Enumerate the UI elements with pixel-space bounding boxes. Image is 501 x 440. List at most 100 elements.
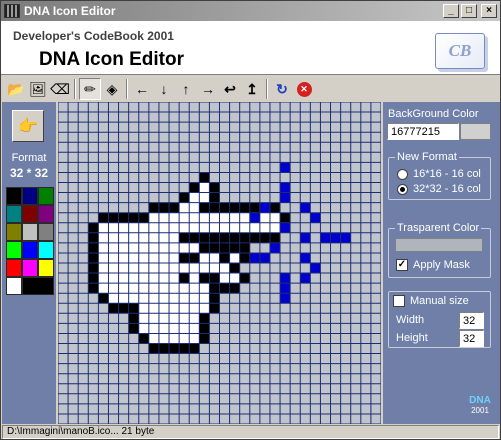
icon-pixel-outline[interactable] xyxy=(118,212,129,223)
icon-pixel-fill[interactable] xyxy=(209,263,220,274)
icon-pixel-sparkle[interactable] xyxy=(320,232,331,243)
icon-pixel-outline[interactable] xyxy=(219,242,230,253)
icon-pixel-fill[interactable] xyxy=(219,212,230,223)
palette-swatch[interactable] xyxy=(6,259,22,277)
icon-pixel-fill[interactable] xyxy=(199,293,210,304)
icon-pixel-fill[interactable] xyxy=(209,212,220,223)
icon-pixel-fill[interactable] xyxy=(158,263,170,274)
shift-left-button[interactable]: ← xyxy=(131,78,153,100)
icon-pixel-fill[interactable] xyxy=(148,333,159,344)
icon-pixel-fill[interactable] xyxy=(179,283,190,294)
palette-swatch[interactable] xyxy=(38,259,54,277)
rotate-button[interactable]: ↻ xyxy=(271,78,293,100)
icon-pixel-outline[interactable] xyxy=(259,232,270,243)
icon-pixel-fill[interactable] xyxy=(199,252,210,263)
icon-pixel-sparkle[interactable] xyxy=(330,232,341,243)
icon-pixel-fill[interactable] xyxy=(179,263,190,274)
maximize-button[interactable]: □ xyxy=(461,4,477,18)
icon-pixel-outline[interactable] xyxy=(108,212,119,223)
height-field[interactable]: 32 xyxy=(459,330,484,347)
icon-pixel-outline[interactable] xyxy=(209,293,220,304)
icon-pixel-fill[interactable] xyxy=(219,263,230,274)
icon-pixel-fill[interactable] xyxy=(128,252,139,263)
icon-pixel-fill[interactable] xyxy=(158,252,170,263)
icon-pixel-fill[interactable] xyxy=(179,333,190,344)
palette-swatch[interactable] xyxy=(22,241,38,259)
icon-pixel-outline[interactable] xyxy=(98,293,109,304)
icon-pixel-fill[interactable] xyxy=(189,263,200,274)
icon-pixel-fill[interactable] xyxy=(229,222,240,233)
icon-pixel-fill[interactable] xyxy=(189,293,200,304)
icon-pixel-fill[interactable] xyxy=(108,252,119,263)
icon-pixel-fill[interactable] xyxy=(239,212,250,223)
icon-pixel-fill[interactable] xyxy=(269,222,281,233)
icon-pixel-fill[interactable] xyxy=(179,313,190,324)
background-color-field[interactable]: 16777215 xyxy=(387,123,459,140)
icon-pixel-fill[interactable] xyxy=(138,222,149,233)
icon-pixel-sparkle[interactable] xyxy=(280,192,291,203)
icon-pixel-outline[interactable] xyxy=(138,333,149,344)
icon-pixel-outline[interactable] xyxy=(199,273,210,284)
icon-pixel-fill[interactable] xyxy=(229,273,240,284)
icon-pixel-fill[interactable] xyxy=(138,323,149,334)
icon-pixel-fill[interactable] xyxy=(138,232,149,243)
icon-pixel-fill[interactable] xyxy=(259,222,270,233)
icon-pixel-outline[interactable] xyxy=(199,202,210,213)
icon-pixel-fill[interactable] xyxy=(118,252,129,263)
icon-pixel-outline[interactable] xyxy=(239,232,250,243)
close-button[interactable]: × xyxy=(481,4,497,18)
icon-pixel-fill[interactable] xyxy=(199,182,210,193)
icon-pixel-fill[interactable] xyxy=(189,242,200,253)
icon-pixel-fill[interactable] xyxy=(138,263,149,274)
icon-pixel-fill[interactable] xyxy=(128,293,139,304)
icon-pixel-fill[interactable] xyxy=(158,323,170,334)
icon-pixel-fill[interactable] xyxy=(118,232,129,243)
icon-pixel-fill[interactable] xyxy=(179,242,190,253)
icon-pixel-fill[interactable] xyxy=(158,273,170,284)
icon-pixel-fill[interactable] xyxy=(108,283,119,294)
icon-pixel-fill[interactable] xyxy=(189,212,200,223)
icon-pixel-outline[interactable] xyxy=(249,202,260,213)
icon-pixel-fill[interactable] xyxy=(169,263,180,274)
palette-swatch[interactable] xyxy=(22,187,38,205)
icon-pixel-outline[interactable] xyxy=(219,202,230,213)
icon-pixel-fill[interactable] xyxy=(189,192,200,203)
icon-pixel-fill[interactable] xyxy=(98,222,109,233)
icon-pixel-fill[interactable] xyxy=(169,283,180,294)
icon-pixel-fill[interactable] xyxy=(189,313,200,324)
icon-pixel-fill[interactable] xyxy=(148,273,159,284)
icon-pixel-fill[interactable] xyxy=(98,252,109,263)
palette-swatch[interactable] xyxy=(6,241,22,259)
icon-pixel-fill[interactable] xyxy=(98,263,109,274)
title-bar[interactable]: DNA Icon Editor _ □ × xyxy=(1,1,500,21)
icon-pixel-fill[interactable] xyxy=(158,293,170,304)
icon-pixel-fill[interactable] xyxy=(169,313,180,324)
icon-pixel-sparkle[interactable] xyxy=(300,252,311,263)
icon-pixel-outline[interactable] xyxy=(148,202,159,213)
icon-pixel-fill[interactable] xyxy=(148,252,159,263)
icon-pixel-fill[interactable] xyxy=(148,242,159,253)
icon-pixel-outline[interactable] xyxy=(209,242,220,253)
icon-pixel-fill[interactable] xyxy=(169,232,180,243)
icon-pixel-fill[interactable] xyxy=(179,212,190,223)
icon-pixel-outline[interactable] xyxy=(138,212,149,223)
icon-pixel-outline[interactable] xyxy=(209,182,220,193)
icon-pixel-sparkle[interactable] xyxy=(259,252,270,263)
icon-pixel-fill[interactable] xyxy=(179,323,190,334)
width-field[interactable]: 32 xyxy=(459,312,484,329)
icon-pixel-fill[interactable] xyxy=(138,273,149,284)
icon-pixel-fill[interactable] xyxy=(128,283,139,294)
radio-16[interactable] xyxy=(397,168,408,180)
icon-pixel-outline[interactable] xyxy=(128,303,139,314)
pixel-grid[interactable] xyxy=(58,102,381,424)
icon-pixel-outline[interactable] xyxy=(179,343,190,354)
palette-swatch[interactable] xyxy=(38,223,54,241)
icon-pixel-fill[interactable] xyxy=(189,273,200,284)
icon-pixel-fill[interactable] xyxy=(269,212,281,223)
icon-pixel-fill[interactable] xyxy=(169,303,180,314)
icon-pixel-fill[interactable] xyxy=(169,323,180,334)
radio-32[interactable] xyxy=(397,183,408,195)
icon-pixel-fill[interactable] xyxy=(219,273,230,284)
format-option-16[interactable]: 16*16 - 16 col xyxy=(397,168,481,180)
icon-pixel-fill[interactable] xyxy=(189,283,200,294)
